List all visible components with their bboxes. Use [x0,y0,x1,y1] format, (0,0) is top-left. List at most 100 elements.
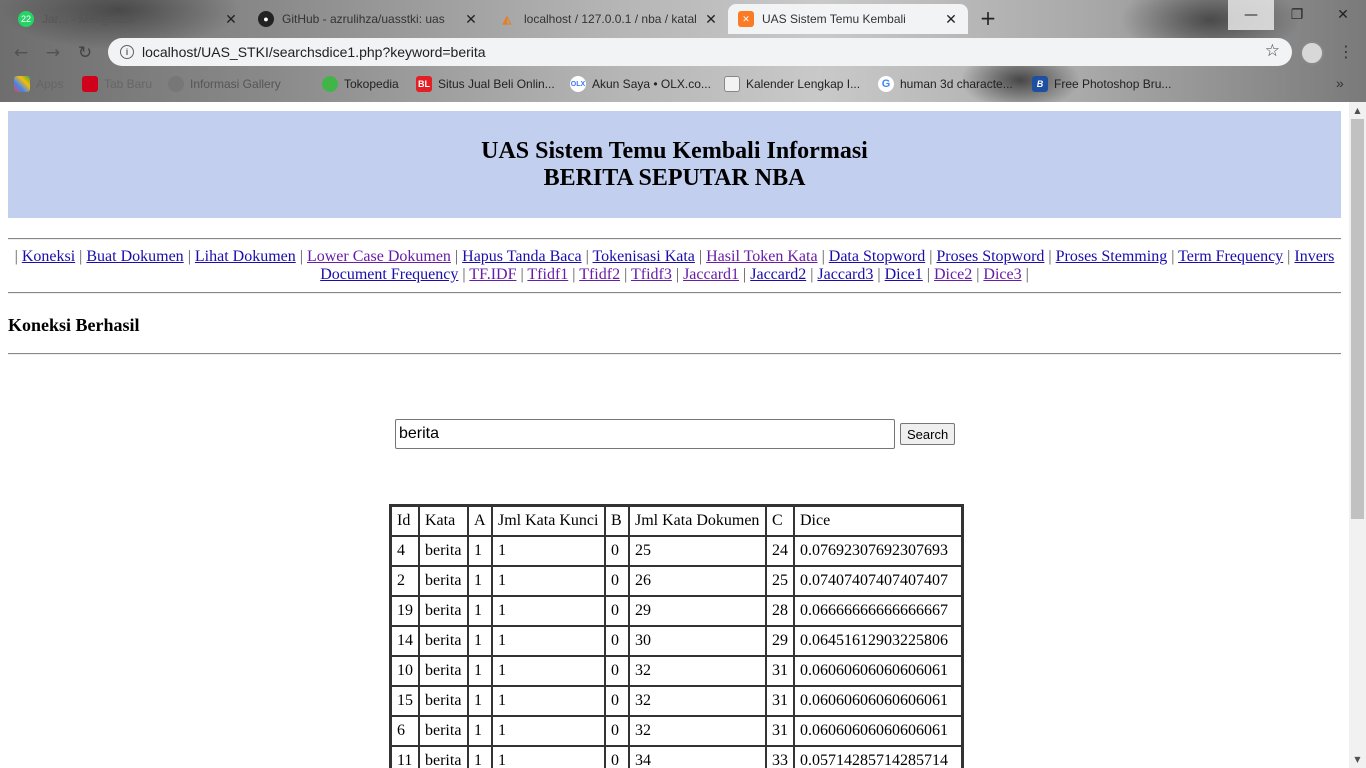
tab-github[interactable]: ● GitHub - azrulihza/uasstki: uas ✕ [248,4,488,34]
table-cell: 0 [605,566,629,596]
bookmark-kalender[interactable]: Kalender Lengkap I... [724,76,860,92]
tab-strip: 22 Jar... - Mengatasi ✕ ● GitHub - azrul… [0,0,1366,34]
nav-link-proses-stopword[interactable]: Proses Stopword [936,248,1044,265]
star-bookmark-icon[interactable]: ☆ [1265,41,1280,61]
page-subtitle: BERITA SEPUTAR NBA [543,165,806,191]
table-cell: 25 [629,536,766,566]
bukalapak-icon: BL [416,76,432,92]
nav-link-tfidf3[interactable]: Tfidf3 [631,266,672,283]
nav-link-hasil-token-kata[interactable]: Hasil Token Kata [706,248,817,265]
tab-uas-active[interactable]: ✕ UAS Sistem Temu Kembali ✕ [728,4,968,34]
info-icon[interactable]: i [120,45,134,59]
profile-avatar[interactable] [1300,41,1324,65]
new-tab-button[interactable]: + [976,6,1000,30]
table-row: 11 berita 1 1 0 34 33 0.05714285714285714 [391,746,962,768]
table-cell: 1 [492,656,605,686]
table-cell: 6 [391,716,419,746]
bookmark-label: human 3d characte... [900,77,1013,91]
page-viewport: UAS Sistem Temu Kembali Informasi BERITA… [0,102,1349,768]
table-row: 4 berita 1 1 0 25 24 0.07692307692307693 [391,536,962,566]
nav-link-koneksi[interactable]: Koneksi [22,248,75,265]
github-icon: ● [258,11,274,27]
bookmark-informasi[interactable]: Informasi Gallery [168,76,281,92]
divider [8,353,1341,355]
nav-link-tokenisasi-kata[interactable]: Tokenisasi Kata [593,248,695,265]
tab-phpmyadmin[interactable]: ◭ localhost / 127.0.0.1 / nba / katal ✕ [488,4,728,34]
scroll-up-arrow-icon[interactable]: ▲ [1349,102,1366,119]
menu-dots-icon[interactable]: ⋮ [1336,42,1356,61]
forward-arrow-icon[interactable]: → [40,40,66,66]
globe-icon [168,76,184,92]
table-cell: 1 [492,746,605,768]
table-cell: 34 [629,746,766,768]
bookmark-photoshop-brushes[interactable]: B Free Photoshop Bru... [1032,76,1171,92]
results-table: Id Kata A Jml Kata Kunci B Jml Kata Dokumen C D… [389,504,964,768]
scroll-down-arrow-icon[interactable]: ▼ [1349,751,1366,768]
nav-separator: | [922,266,934,283]
nav-link-data-stopword[interactable]: Data Stopword [829,248,925,265]
nav-separator: | [1021,266,1029,283]
table-cell: 2 [391,566,419,596]
table-cell: 0 [605,626,629,656]
vertical-scrollbar[interactable]: ▲ ▼ [1349,102,1366,768]
table-cell: 32 [629,656,766,686]
nav-link-dice2[interactable]: Dice2 [934,266,972,283]
nav-separator: | [925,248,937,265]
tab-title: Jar... - Mengatasi [42,12,135,26]
nav-link-tfidf2[interactable]: Tfidf2 [579,266,620,283]
bookmark-google[interactable]: G human 3d characte... [878,76,1013,92]
bookmark-olx[interactable]: OLX Akun Saya • OLX.co... [570,76,711,92]
restore-icon[interactable]: ❐ [1274,0,1320,30]
table-cell: 25 [766,566,794,596]
nav-link-buat-dokumen[interactable]: Buat Dokumen [86,248,183,265]
reload-icon[interactable]: ↻ [72,40,98,66]
nav-link-lihat-dokumen[interactable]: Lihat Dokumen [195,248,296,265]
nav-link-dice3[interactable]: Dice3 [983,266,1021,283]
nav-link-lower-case-dokumen[interactable]: Lower Case Dokumen [307,248,451,265]
column-header: B [605,506,629,536]
bookmark-label: Tokopedia [344,77,399,91]
browser-chrome: 22 Jar... - Mengatasi ✕ ● GitHub - azrul… [0,0,1366,102]
close-window-icon[interactable]: ✕ [1320,0,1366,30]
bookmark-label: Akun Saya • OLX.co... [592,77,711,91]
nav-separator: | [1044,248,1056,265]
tab-whatsapp[interactable]: 22 Jar... - Mengatasi ✕ [8,4,248,34]
close-tab-icon[interactable]: ✕ [704,11,718,28]
table-cell: 33 [766,746,794,768]
bookmark-bukalapak[interactable]: BL Situs Jual Beli Onlin... [416,76,555,92]
nav-link-jaccard2[interactable]: Jaccard2 [750,266,806,283]
bookmark-label: Situs Jual Beli Onlin... [438,77,555,91]
address-bar[interactable]: i localhost/UAS_STKI/searchsdice1.php?ke… [108,38,1292,66]
minimize-icon[interactable]: — [1228,0,1274,30]
table-cell: 1 [468,596,492,626]
table-cell: 0.06060606060606061 [794,716,962,746]
bookmark-tokopedia[interactable]: Tokopedia [322,76,399,92]
table-cell: berita [419,596,468,626]
table-cell: 1 [492,716,605,746]
table-cell: 26 [629,566,766,596]
scroll-thumb[interactable] [1351,119,1364,519]
search-input[interactable] [395,419,895,449]
bookmark-apps[interactable]: Apps [14,76,63,92]
close-tab-icon[interactable]: ✕ [944,11,958,28]
table-cell: 28 [766,596,794,626]
nav-link-term-frequency[interactable]: Term Frequency [1178,248,1283,265]
back-arrow-icon[interactable]: ← [8,40,34,66]
search-button[interactable]: Search [900,423,956,445]
nav-link-hapus-tanda-baca[interactable]: Hapus Tanda Baca [462,248,581,265]
more-bookmarks-icon[interactable]: » [1336,75,1344,91]
nav-separator: | [568,266,580,283]
close-tab-icon[interactable]: ✕ [224,11,238,28]
nav-link-jaccard3[interactable]: Jaccard3 [817,266,873,283]
nav-link-tf-idf[interactable]: TF.IDF [469,266,516,283]
nav-separator: | [817,248,829,265]
nav-link-proses-stemming[interactable]: Proses Stemming [1056,248,1168,265]
nav-link-dice1[interactable]: Dice1 [885,266,923,283]
nav-separator: | [694,248,707,265]
nav-link-tfidf1[interactable]: Tfidf1 [527,266,568,283]
table-cell: 1 [492,596,605,626]
close-tab-icon[interactable]: ✕ [464,11,478,28]
bookmark-tab-baru[interactable]: Tab Baru [82,76,152,92]
nav-separator: | [739,266,751,283]
nav-link-jaccard1[interactable]: Jaccard1 [683,266,739,283]
